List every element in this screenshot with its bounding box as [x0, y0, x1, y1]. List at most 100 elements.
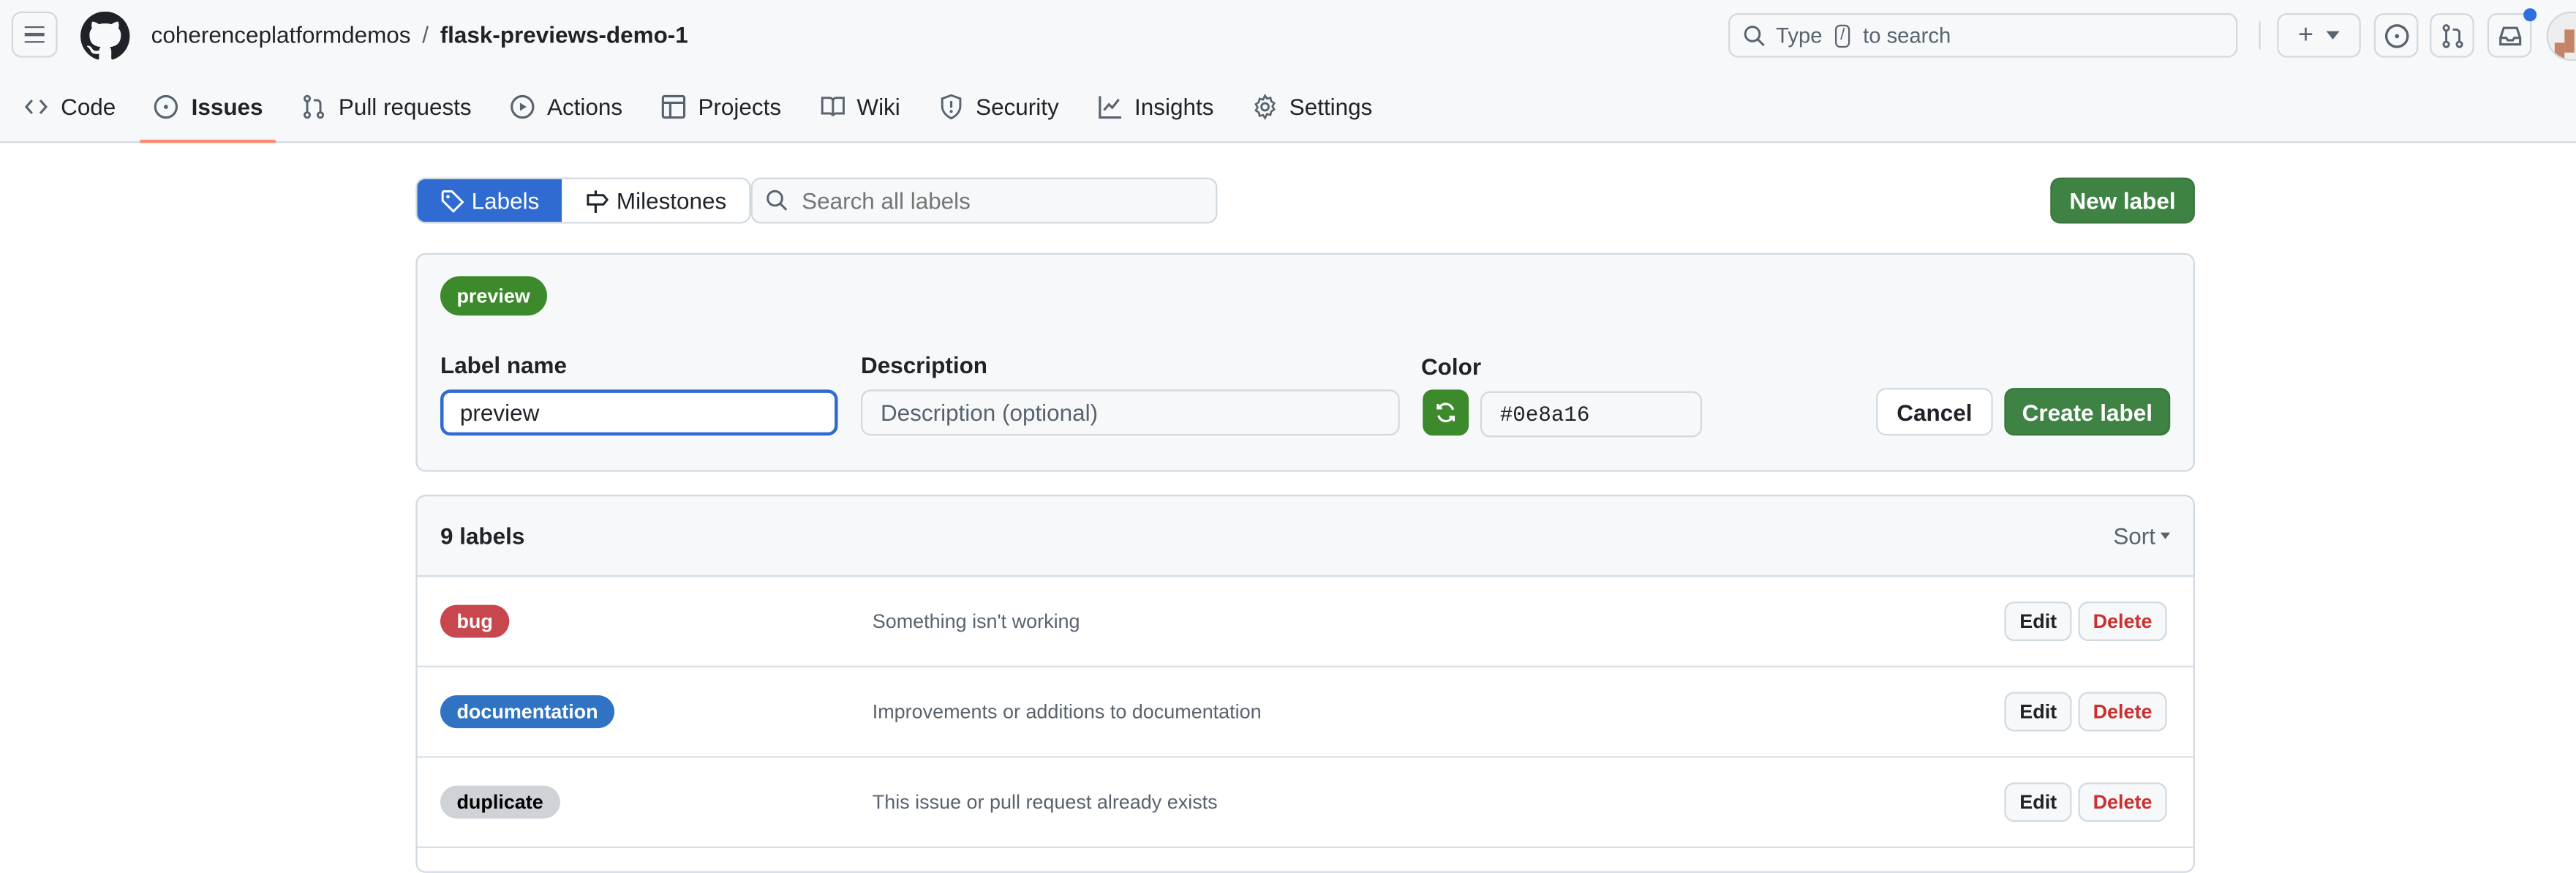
label-name-input[interactable]	[440, 389, 838, 436]
delete-button[interactable]: Delete	[2078, 692, 2167, 732]
labels-list-header: 9 labels Sort	[417, 496, 2193, 577]
row-actions: Edit Delete	[2005, 602, 2167, 642]
row-actions: Edit Delete	[2005, 692, 2167, 732]
search-icon	[767, 190, 788, 211]
labels-tab[interactable]: Labels	[417, 179, 562, 222]
your-issues-button[interactable]	[2373, 12, 2419, 58]
tab-insights[interactable]: Insights	[1083, 82, 1227, 131]
chevron-down-icon	[2160, 532, 2171, 539]
git-pull-request-icon	[304, 94, 325, 119]
chevron-down-icon	[2327, 31, 2340, 40]
tab-label: Projects	[698, 94, 782, 120]
git-pull-request-icon	[2441, 23, 2463, 48]
notifications-button[interactable]	[2487, 8, 2537, 58]
book-icon	[820, 97, 844, 116]
description-heading: Description	[861, 351, 988, 378]
your-pull-requests-button[interactable]	[2430, 12, 2474, 58]
label-description: Something isn't working	[872, 610, 1080, 633]
user-avatar[interactable]	[2546, 11, 2576, 61]
tab-label: Security	[976, 94, 1059, 120]
breadcrumb-owner-link[interactable]: coherenceplatformdemos	[151, 21, 411, 48]
milestones-tab[interactable]: Milestones	[562, 179, 750, 222]
tab-security[interactable]: Security	[924, 82, 1072, 131]
milestones-tab-label: Milestones	[616, 187, 727, 214]
hamburger-menu-button[interactable]	[11, 11, 58, 58]
header-divider	[2259, 21, 2261, 50]
sort-dropdown[interactable]: Sort	[2113, 522, 2171, 550]
repo-nav: Code Issues Pull requests Actions Projec…	[0, 82, 1397, 143]
tab-label: Settings	[1289, 94, 1373, 120]
tab-label: Actions	[546, 94, 623, 120]
tag-icon	[441, 189, 464, 212]
repo-header: coherenceplatformdemos / flask-previews-…	[0, 0, 2576, 143]
sort-label: Sort	[2113, 522, 2156, 550]
hamburger-icon	[24, 23, 45, 45]
label-pill[interactable]: documentation	[440, 695, 615, 729]
tab-settings[interactable]: Settings	[1238, 82, 1385, 131]
label-description: Improvements or additions to documentati…	[872, 700, 1262, 724]
label-pill[interactable]: bug	[440, 604, 510, 638]
breadcrumb-repo-link[interactable]: flask-previews-demo-1	[440, 21, 688, 48]
tab-issues[interactable]: Issues	[140, 82, 276, 143]
tab-label: Pull requests	[338, 94, 472, 120]
tab-wiki[interactable]: Wiki	[806, 82, 914, 131]
cancel-button[interactable]: Cancel	[1876, 388, 1993, 436]
breadcrumb-separator: /	[422, 21, 429, 48]
search-shortcut-key: /	[1835, 23, 1850, 48]
labels-search-input[interactable]	[802, 187, 1197, 214]
labels-count: 9 labels	[440, 522, 525, 550]
labels-list: 9 labels Sort bug Something isn't workin…	[415, 495, 2195, 873]
milestone-icon	[587, 190, 609, 212]
github-logo-icon[interactable]	[80, 11, 130, 61]
delete-button[interactable]: Delete	[2078, 782, 2167, 823]
delete-button[interactable]: Delete	[2078, 602, 2167, 642]
sync-icon	[1436, 402, 1455, 423]
table-icon	[661, 94, 685, 119]
edit-button[interactable]: Edit	[2005, 602, 2072, 642]
breadcrumb: coherenceplatformdemos / flask-previews-…	[151, 21, 688, 48]
row-actions: Edit Delete	[2005, 782, 2167, 823]
inbox-icon	[2498, 26, 2521, 45]
new-label-button[interactable]: New label	[2050, 177, 2195, 224]
tab-pull-requests[interactable]: Pull requests	[287, 82, 484, 131]
labels-milestones-switcher: Labels Milestones	[415, 177, 751, 224]
label-pill[interactable]: duplicate	[440, 785, 560, 819]
issue-opened-icon	[2384, 23, 2409, 48]
issue-opened-icon	[154, 94, 179, 119]
color-hex-input[interactable]	[1480, 391, 1703, 438]
randomize-color-button[interactable]	[1423, 389, 1469, 436]
label-description: This issue or pull request already exist…	[872, 790, 1218, 814]
unread-notification-dot	[2523, 8, 2537, 22]
graph-icon	[1098, 96, 1121, 119]
shield-icon	[941, 94, 962, 120]
labels-search-field[interactable]	[750, 177, 1218, 224]
tab-actions[interactable]: Actions	[496, 82, 636, 131]
tab-label: Issues	[191, 94, 263, 120]
description-input[interactable]	[861, 389, 1400, 436]
label-row: documentation Improvements or additions …	[417, 667, 2193, 758]
tab-projects[interactable]: Projects	[647, 82, 794, 131]
search-prefix: Type	[1776, 23, 1823, 48]
create-label-button[interactable]: Create label	[2004, 388, 2171, 436]
gear-icon	[1254, 94, 1276, 120]
global-search-input[interactable]: Type / to search	[1728, 12, 2238, 58]
play-icon	[511, 94, 535, 119]
search-suffix: to search	[1863, 23, 1951, 48]
create-new-button[interactable]: +	[2277, 12, 2361, 58]
color-heading: Color	[1420, 353, 1482, 380]
edit-button[interactable]: Edit	[2005, 782, 2072, 823]
label-row: duplicate This issue or pull request alr…	[417, 757, 2193, 849]
label-preview-pill: preview	[440, 276, 547, 316]
new-label-form: preview Label name Description Color Can…	[415, 252, 2195, 472]
search-icon	[1744, 25, 1765, 46]
code-icon	[24, 99, 48, 115]
tab-label: Code	[61, 94, 116, 120]
edit-button[interactable]: Edit	[2005, 692, 2072, 732]
plus-icon: +	[2298, 20, 2314, 49]
tab-code[interactable]: Code	[10, 82, 129, 131]
tab-label: Wiki	[856, 94, 900, 120]
github-labels-page: coherenceplatformdemos / flask-previews-…	[0, 0, 2576, 873]
labels-tab-label: Labels	[471, 187, 540, 214]
label-name-heading: Label name	[440, 351, 568, 378]
tab-label: Insights	[1134, 94, 1214, 120]
